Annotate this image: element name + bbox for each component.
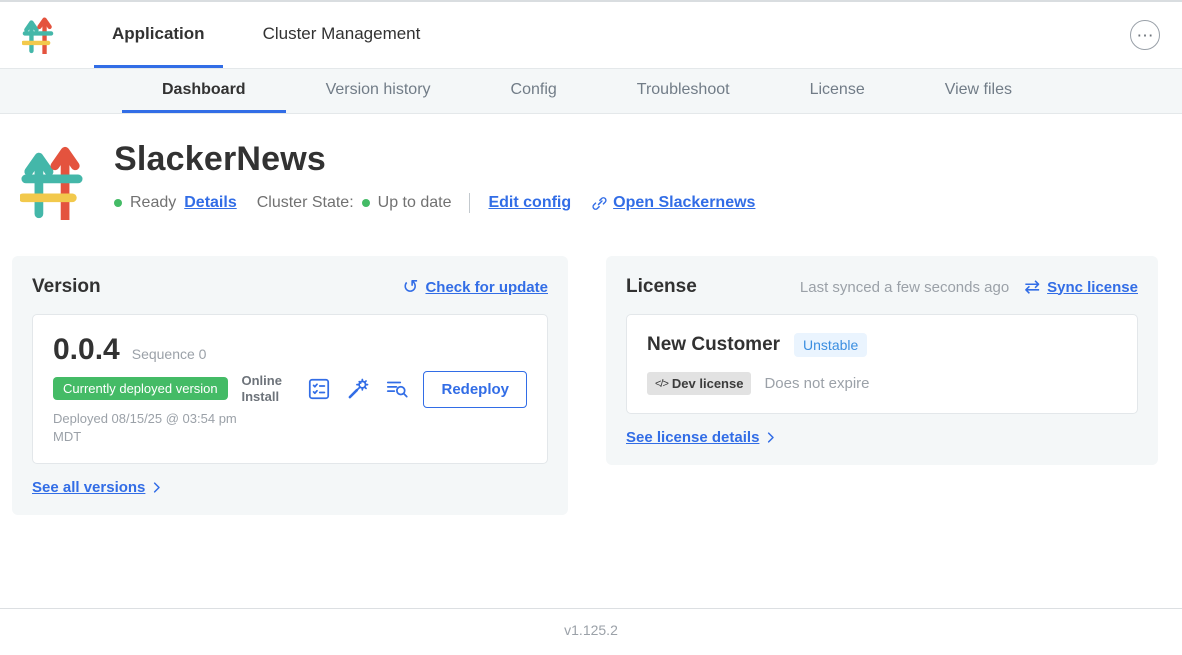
app-icon [20,144,84,222]
cluster-state-value: Up to date [378,194,452,212]
license-card-title: License [626,276,697,298]
version-card: Version ↺ Check for update 0.0.4 Sequenc… [12,256,568,515]
see-all-versions-link[interactable]: See all versions [32,479,164,496]
open-app-link[interactable]: Open Slackernews [591,194,755,212]
install-type-label: Online Install [241,373,293,406]
see-license-details-label: See license details [626,429,759,446]
ellipsis-icon: ⋯ [1137,27,1154,44]
check-update-icon: ↺ [403,278,419,297]
license-type-badge: </> Dev license [647,372,751,395]
top-navigation: Application Cluster Management ⋯ [0,2,1182,68]
cluster-state-label: Cluster State: [257,194,354,212]
console-version: v1.125.2 [564,622,618,638]
link-icon [591,195,608,212]
license-expiry: Does not expire [764,375,869,392]
chevron-right-icon [149,480,164,495]
page-title: SlackerNews [114,140,755,179]
redeploy-button[interactable]: Redeploy [423,371,527,408]
view-diff-icon[interactable] [384,376,410,402]
version-number: 0.0.4 [53,333,120,367]
subnav-item-view-files[interactable]: View files [905,69,1052,113]
current-version-panel: 0.0.4 Sequence 0 Currently deployed vers… [32,314,548,464]
code-icon: </> [655,378,668,390]
subnav-version-history-label: Version history [326,81,431,99]
license-card: License Last synced a few seconds ago ⇄ … [606,256,1158,465]
app-sub-navigation: Dashboard Version history Config Trouble… [0,68,1182,114]
status-details-link[interactable]: Details [184,194,236,212]
subnav-item-troubleshoot[interactable]: Troubleshoot [597,69,770,113]
license-last-synced: Last synced a few seconds ago [800,279,1009,296]
subnav-item-dashboard[interactable]: Dashboard [122,69,286,113]
see-license-details-link[interactable]: See license details [626,429,778,446]
top-tabs: Application Cluster Management [94,2,438,68]
subnav-item-version-history[interactable]: Version history [286,69,471,113]
check-for-update-link[interactable]: Check for update [425,279,548,296]
license-details-panel: New Customer Unstable </> Dev license Do… [626,314,1138,414]
app-status-text: Ready [130,194,176,212]
edit-config-icon[interactable] [345,376,371,402]
version-card-title: Version [32,276,101,298]
subnav-config-label: Config [511,81,557,99]
deployed-timestamp: Deployed 08/15/25 @ 03:54 pm MDT [53,410,241,445]
tab-application-label: Application [112,24,205,44]
version-sequence: Sequence 0 [132,346,207,362]
sync-icon: ⇄ [1024,278,1040,297]
console-footer: v1.125.2 [0,608,1182,655]
see-all-versions-label: See all versions [32,479,145,496]
app-logo-icon [22,16,54,54]
license-type-label: Dev license [672,376,744,391]
tab-cluster-management[interactable]: Cluster Management [245,2,439,68]
app-status-dot [114,199,122,207]
chevron-right-icon [763,430,778,445]
subnav-license-label: License [810,81,865,99]
more-menu-button[interactable]: ⋯ [1130,20,1160,50]
subnav-item-config[interactable]: Config [471,69,597,113]
subnav-view-files-label: View files [945,81,1012,99]
preflight-checks-icon[interactable] [306,376,332,402]
customer-name: New Customer [647,334,780,356]
divider [469,193,470,213]
channel-badge: Unstable [794,333,867,357]
cluster-state-dot [362,199,370,207]
app-status-row: Ready Details Cluster State: Up to date … [114,193,755,213]
subnav-item-license[interactable]: License [770,69,905,113]
tab-cluster-management-label: Cluster Management [263,24,421,44]
tab-application[interactable]: Application [94,2,223,68]
dashboard-cards: Version ↺ Check for update 0.0.4 Sequenc… [0,222,1182,515]
subnav-troubleshoot-label: Troubleshoot [637,81,730,99]
deployed-status-badge: Currently deployed version [53,377,228,400]
edit-config-link[interactable]: Edit config [488,194,571,212]
app-header: SlackerNews Ready Details Cluster State:… [0,114,1182,222]
open-app-label: Open Slackernews [613,194,755,212]
sync-license-link[interactable]: Sync license [1047,279,1138,296]
subnav-dashboard-label: Dashboard [162,81,246,99]
